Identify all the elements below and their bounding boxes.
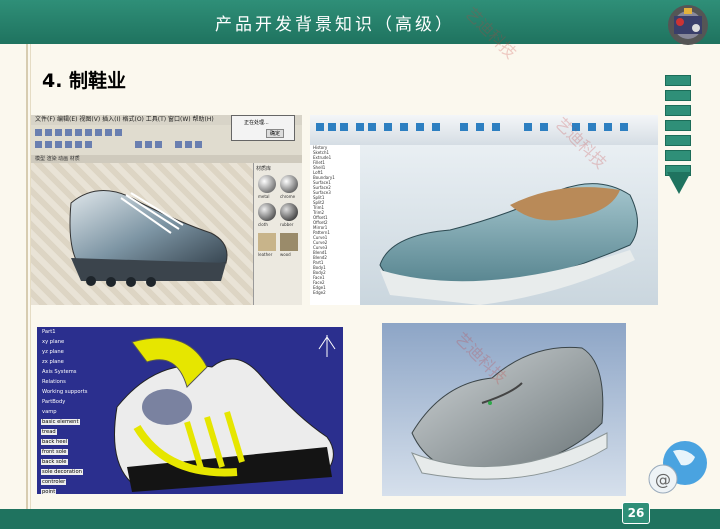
spec-tree-label: sole decoration — [41, 469, 83, 475]
swatch-label: metal — [258, 194, 270, 199]
dialog-ok-button[interactable]: 确定 — [266, 129, 285, 138]
engine-gear-icon — [668, 5, 708, 45]
material-swatch-2[interactable] — [280, 175, 298, 193]
spec-tree-item[interactable]: controler — [41, 477, 121, 487]
spec-tree-label: Part1 — [42, 329, 56, 335]
section-heading: 4. 制鞋业 — [42, 70, 127, 92]
header-bar: 产品开发背景知识（高级） — [0, 0, 720, 45]
ribbon-toolbar — [310, 115, 658, 146]
down-triangle-icon — [667, 172, 691, 194]
spec-tree-label: Relations — [42, 379, 66, 385]
material-panel: 材质库 metal chrome cloth rubber leather wo… — [253, 163, 302, 305]
spec-tree-item[interactable]: Relations — [41, 377, 121, 387]
grey-shoe-render — [382, 323, 626, 496]
sneaker-render — [69, 190, 228, 287]
dialog-text: 正在处理... — [244, 120, 269, 126]
tree-item[interactable]: Edge2 — [310, 290, 360, 295]
spec-tree-item[interactable]: basic element — [41, 417, 121, 427]
spec-tree-label: Working supports — [42, 389, 88, 395]
spec-tree-label: point — [41, 489, 57, 494]
spec-tree-item[interactable]: back sole — [41, 457, 121, 467]
spec-tree-label: front sole — [41, 449, 68, 455]
catia-sneaker-screenshot: Part1 xy plane yz plane zx plane Axis System… — [37, 327, 343, 494]
spec-tree-label: basic element — [41, 419, 80, 425]
spec-tree-item[interactable]: sole decoration — [41, 467, 121, 477]
viewport-3d — [360, 145, 658, 305]
footer-bar — [0, 509, 720, 529]
header-title: 产品开发背景知识（高级） — [215, 15, 455, 35]
shoe-render-screenshot: 文件(F) 编辑(E) 视图(V) 插入(I) 格式(O) 工具(T) 窗口(W… — [31, 115, 302, 305]
swatch-label: rubber — [280, 222, 294, 227]
spec-tree-item[interactable]: back heel — [41, 437, 121, 447]
progress-dialog: 正在处理... 确定 — [231, 115, 295, 141]
spec-tree-label: back sole — [41, 459, 68, 465]
spec-tree-label: PartBody — [42, 399, 66, 405]
spec-tree-item[interactable]: Axis Systems — [41, 367, 121, 377]
material-panel-title: 材质库 — [256, 166, 272, 172]
view-tabs: 模型 渲染 动画 材质 — [31, 155, 302, 163]
left-border — [0, 44, 28, 509]
spec-tree-item[interactable]: PartBody — [41, 397, 121, 407]
spec-tree-label: Axis Systems — [42, 369, 77, 375]
svg-text:@: @ — [655, 470, 671, 489]
loafer-modeling-screenshot: History Sketch1 Extrude1 Fillet1 Shell1 Loft1… — [310, 115, 658, 305]
spec-tree-label: controler — [41, 479, 67, 485]
spec-tree-label: yz plane — [42, 349, 64, 355]
spec-tree-item[interactable]: front sole — [41, 447, 121, 457]
feature-tree: History Sketch1 Extrude1 Fillet1 Shell1 Loft1… — [310, 145, 361, 305]
spec-tree-label: vamp — [42, 409, 57, 415]
spec-tree-label: back heel — [41, 439, 69, 445]
spec-tree-item[interactable]: vamp — [41, 407, 121, 417]
material-swatch-5[interactable] — [258, 233, 276, 251]
spec-tree-label: tread — [41, 429, 57, 435]
boot-model — [410, 346, 608, 480]
swatch-label: leather — [258, 252, 273, 257]
loafer-render — [379, 183, 638, 305]
material-swatch-1[interactable] — [258, 175, 276, 193]
decorative-bars — [665, 75, 691, 180]
page-number: 26 — [622, 502, 650, 524]
ribbon-icons — [316, 123, 628, 131]
swatch-label: chrome — [280, 194, 296, 199]
spec-tree-item[interactable]: yz plane — [41, 347, 121, 357]
spec-tree-item[interactable]: Part1 — [41, 327, 121, 337]
material-swatch-4[interactable] — [280, 203, 298, 221]
globe-email-icon: @ — [648, 441, 707, 494]
spec-tree-item[interactable]: Working supports — [41, 387, 121, 397]
spec-tree: Part1 xy plane yz plane zx plane Axis System… — [41, 327, 121, 494]
spec-tree-item[interactable]: tread — [41, 427, 121, 437]
material-swatch-3[interactable] — [258, 203, 276, 221]
material-swatch-6[interactable] — [280, 233, 298, 251]
spec-tree-label: zx plane — [42, 359, 64, 365]
viewport-3d — [31, 163, 253, 305]
spec-tree-item[interactable]: zx plane — [41, 357, 121, 367]
swatch-label: wood — [280, 252, 291, 257]
swatch-label: cloth — [258, 222, 268, 227]
spec-tree-item[interactable]: point — [41, 487, 121, 494]
spec-tree-label: xy plane — [42, 339, 65, 345]
spec-tree-item[interactable]: xy plane — [41, 337, 121, 347]
